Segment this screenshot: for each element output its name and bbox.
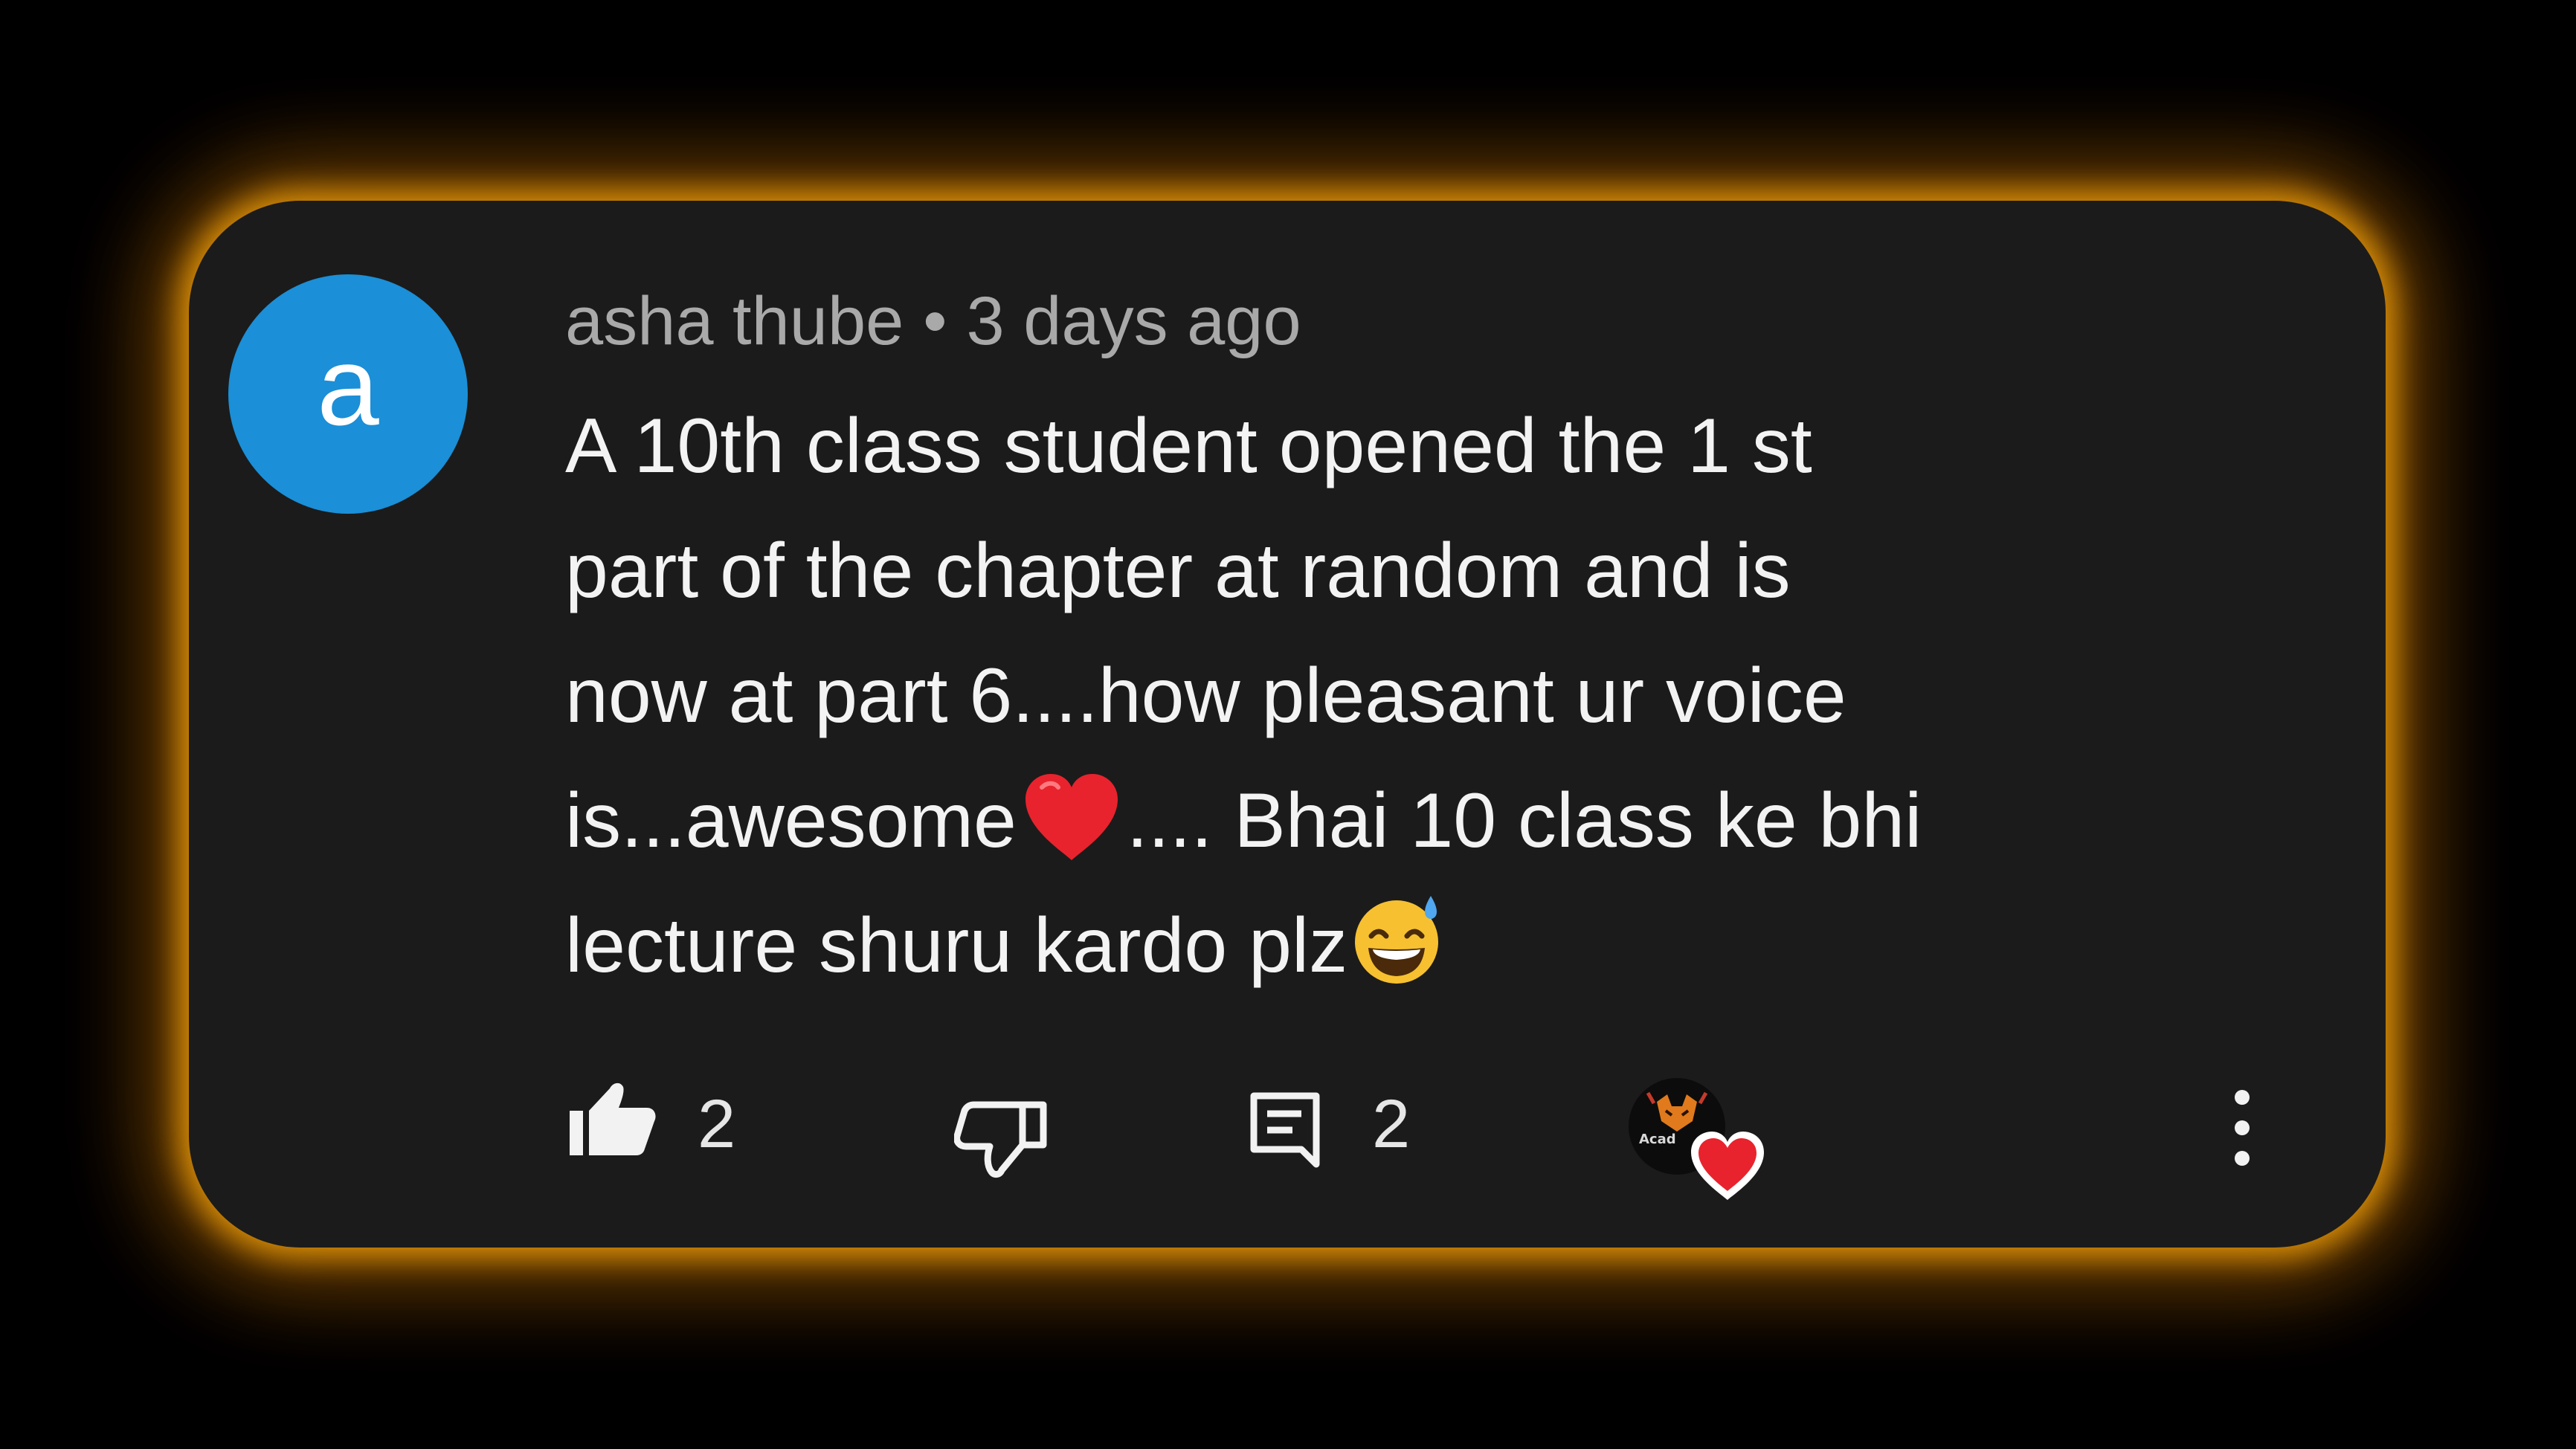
reply-count: 2 bbox=[1372, 1086, 1411, 1162]
comment-segment: lecture shuru kardo plz bbox=[565, 903, 1348, 989]
comment-line-5: lecture shuru kardo plz bbox=[565, 883, 2305, 1008]
creator-avatar-text: Acad bbox=[1639, 1132, 1676, 1147]
more-vertical-icon bbox=[2235, 1090, 2250, 1166]
comment-segment: is...awesome bbox=[565, 778, 1017, 864]
comment-meta: asha thube • 3 days ago bbox=[565, 277, 1301, 366]
reply-comment-icon bbox=[1250, 1092, 1320, 1168]
comment-text: A 10th class student opened the 1 st par… bbox=[565, 384, 2305, 1008]
author-avatar[interactable]: a bbox=[228, 274, 468, 514]
thumbs-down-icon bbox=[953, 1101, 1047, 1178]
comment-line: part of the chapter at random and is bbox=[565, 528, 1791, 614]
like-count: 2 bbox=[698, 1086, 736, 1162]
dislike-button[interactable] bbox=[953, 1099, 1047, 1181]
reply-button[interactable] bbox=[1249, 1091, 1324, 1173]
avatar-letter: a bbox=[317, 323, 379, 448]
creator-heart-badge: Acad bbox=[1629, 1078, 1777, 1212]
heart-icon bbox=[1688, 1129, 1767, 1203]
red-heart-emoji bbox=[1020, 771, 1124, 900]
comment-segment: .... Bhai 10 class ke bhi bbox=[1126, 778, 1922, 864]
comment-timestamp[interactable]: 3 days ago bbox=[967, 283, 1301, 359]
more-options-button[interactable] bbox=[2220, 1087, 2264, 1169]
like-button[interactable] bbox=[567, 1078, 660, 1160]
author-name[interactable]: asha thube bbox=[565, 283, 904, 359]
grinning-sweat-emoji bbox=[1350, 891, 1447, 1024]
comment-line: now at part 6....how pleasant ur voice bbox=[565, 653, 1846, 739]
comment-line: A 10th class student opened the 1 st bbox=[565, 403, 1812, 489]
screen: a asha thube • 3 days ago A 10th class stu… bbox=[0, 0, 2576, 1449]
meta-separator: • bbox=[923, 283, 947, 359]
comment-line-4: is...awesome .... Bhai 10 class ke bhi bbox=[565, 758, 2305, 883]
thumbs-up-icon bbox=[570, 1082, 656, 1155]
